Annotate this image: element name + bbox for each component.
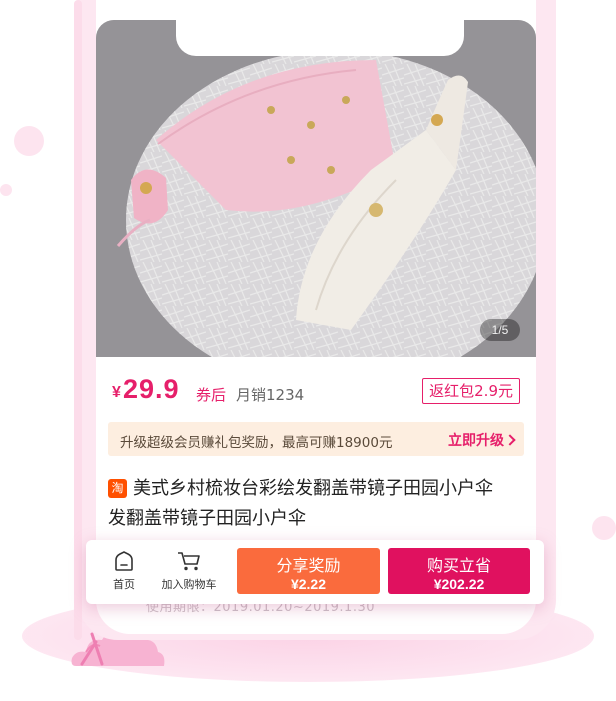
phone-screen: 1/5 ¥ 29.9 券后 月销1234 返红包2.9元 升级超级会员赚礼包奖励… [96,0,536,634]
buy-save-label: 购买立省 [426,556,491,575]
decor-dot [592,516,616,540]
product-title-line1: 美式乡村梳妆台彩绘发翻盖带镜子田园小户伞 [133,478,493,499]
nav-add-to-cart[interactable]: 加入购物车 [154,550,224,592]
price-row: ¥ 29.9 券后 月销1234 返红包2.9元 [112,374,522,408]
upgrade-now-link[interactable]: 立即升级 [448,430,516,450]
upgrade-banner-text: 升级超级会员赚礼包奖励，最高可赚18900元 [120,435,393,451]
image-page-indicator: 1/5 [480,319,520,341]
currency-symbol: ¥ [112,384,121,401]
upgrade-banner[interactable]: 升级超级会员赚礼包奖励，最高可赚18900元 立即升级 [108,422,524,456]
decor-dot [14,126,44,156]
nav-cart-label: 加入购物车 [161,578,217,591]
share-reward-label: 分享奖励 [276,556,341,575]
buy-save-button[interactable]: 购买立省 ¥202.22 [388,548,530,594]
product-title: 淘美式乡村梳妆台彩绘发翻盖带镜子田园小户伞 发翻盖带镜子田园小户伞 [108,474,528,534]
decor-dot [0,184,12,196]
home-icon [115,551,133,571]
chevron-right-icon [504,434,516,446]
buy-save-amount: ¥202.22 [433,576,485,592]
product-image[interactable]: 1/5 [96,20,536,357]
share-reward-button[interactable]: 分享奖励 ¥2.22 [237,548,380,594]
after-coupon-label: 券后 [196,386,227,404]
coupon-price: 29.9 [123,374,180,404]
red-packet-badge: 返红包2.9元 [422,378,520,404]
monthly-sales: 月销1234 [236,386,305,404]
umbrella-photo [96,20,536,357]
taobao-badge-icon: 淘 [108,479,127,498]
product-title-line2: 发翻盖带镜子田园小户伞 [108,508,306,529]
bottom-action-bar: 首页 加入购物车 分享奖励 ¥2.22 购买立省 ¥202.22 [86,540,544,604]
upgrade-now-label: 立即升级 [448,433,504,449]
share-reward-amount: ¥2.22 [290,576,327,592]
phone-notch [176,0,464,56]
nav-home-label: 首页 [113,578,135,591]
cart-icon [178,552,200,571]
nav-home[interactable]: 首页 [106,550,142,592]
